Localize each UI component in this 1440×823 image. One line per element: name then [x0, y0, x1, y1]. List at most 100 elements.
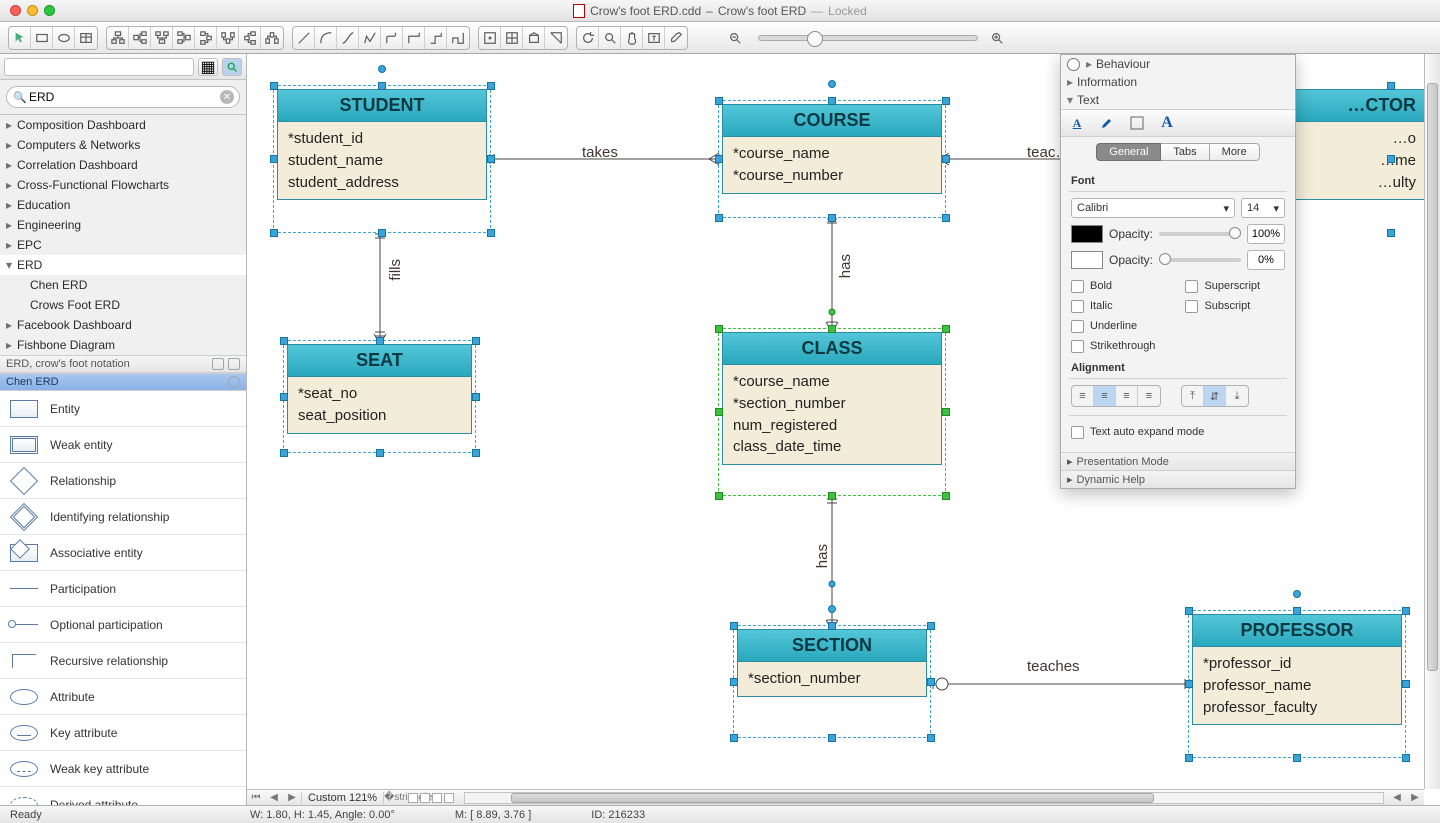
selection-handle[interactable] — [828, 80, 836, 88]
pan-tool[interactable] — [621, 27, 643, 49]
zoom-in-button[interactable] — [986, 27, 1008, 49]
view-search-button[interactable] — [222, 58, 242, 76]
tree-tool-4[interactable] — [173, 27, 195, 49]
shape-rec-rel[interactable]: Recursive relationship — [0, 643, 246, 679]
entity-seat[interactable]: SEAT *seat_no seat_position — [287, 344, 472, 434]
hscroll-track[interactable] — [464, 792, 1384, 804]
conn-ortho-3[interactable] — [447, 27, 469, 49]
h-align-group[interactable]: ≡≡≡≡ — [1071, 385, 1161, 407]
canvas-area[interactable]: STUDENT *student_id student_name student… — [247, 54, 1440, 805]
section-presentation[interactable]: ▸Presentation Mode — [1061, 452, 1295, 470]
selection-handle[interactable] — [378, 65, 386, 73]
tree-item[interactable]: ▸Engineering — [0, 215, 246, 235]
text-box-icon[interactable] — [1127, 114, 1147, 132]
eyedrop-tool[interactable] — [665, 27, 687, 49]
check-superscript[interactable]: Superscript — [1185, 276, 1260, 296]
conn-arc[interactable] — [315, 27, 337, 49]
text-opacity-slider[interactable] — [1159, 232, 1241, 236]
tree-item[interactable]: ▸EPC — [0, 235, 246, 255]
font-size-select[interactable]: 14▾ — [1241, 198, 1285, 218]
check-auto-expand[interactable]: Text auto expand mode — [1071, 422, 1285, 442]
selection-handle[interactable] — [378, 229, 386, 237]
shape-attribute[interactable]: Attribute — [0, 679, 246, 715]
library-header-chen[interactable]: Chen ERD — [0, 373, 246, 391]
tree-item[interactable]: ▸Composition Dashboard — [0, 115, 246, 135]
check-underline[interactable]: Underline — [1071, 316, 1155, 336]
selection-handle[interactable] — [715, 97, 723, 105]
selection-handle[interactable] — [1387, 229, 1395, 237]
selection-handle[interactable] — [715, 408, 723, 416]
shape-entity[interactable]: Entity — [0, 391, 246, 427]
tree-item[interactable]: ▸Correlation Dashboard — [0, 155, 246, 175]
selection-handle[interactable] — [942, 325, 950, 333]
selection-handle[interactable] — [942, 408, 950, 416]
selection-handle[interactable] — [828, 492, 836, 500]
zoom-out-button[interactable] — [724, 27, 746, 49]
shape-key-attr[interactable]: Key attribute — [0, 715, 246, 751]
chain-tool-1[interactable] — [195, 27, 217, 49]
selection-handle[interactable] — [1293, 607, 1301, 615]
check-subscript[interactable]: Subscript — [1185, 296, 1260, 316]
selection-handle[interactable] — [828, 214, 836, 222]
selection-handle[interactable] — [730, 678, 738, 686]
chain-tool-4[interactable] — [261, 27, 283, 49]
tree-tool-1[interactable] — [107, 27, 129, 49]
selection-handle[interactable] — [376, 449, 384, 457]
selection-handle[interactable] — [376, 337, 384, 345]
selection-handle[interactable] — [730, 622, 738, 630]
selection-handle[interactable] — [378, 82, 386, 90]
selection-handle[interactable] — [927, 622, 935, 630]
shape-relationship[interactable]: Relationship — [0, 463, 246, 499]
selection-handle[interactable] — [715, 492, 723, 500]
zoom-tool[interactable] — [599, 27, 621, 49]
bg-opacity-value[interactable] — [1247, 250, 1285, 270]
selection-handle[interactable] — [280, 393, 288, 401]
shape-derived-attr[interactable]: Derived attribute — [0, 787, 246, 805]
library-header-crows[interactable]: ERD, crow's foot notation — [0, 355, 246, 373]
shape-opt-part[interactable]: Optional participation — [0, 607, 246, 643]
page-next[interactable]: ▶ — [283, 792, 301, 803]
selection-handle[interactable] — [1293, 754, 1301, 762]
check-italic[interactable]: Italic — [1071, 296, 1155, 316]
ellipse-tool[interactable] — [53, 27, 75, 49]
selection-handle[interactable] — [472, 393, 480, 401]
font-family-select[interactable]: Calibri▾ — [1071, 198, 1235, 218]
selection-handle[interactable] — [715, 214, 723, 222]
tree-item[interactable]: ▸Facebook Dashboard — [0, 315, 246, 335]
shape-weak-entity[interactable]: Weak entity — [0, 427, 246, 463]
tree-item[interactable]: ▸Education — [0, 195, 246, 215]
bg-opacity-slider[interactable] — [1159, 258, 1241, 262]
zoom-readout[interactable]: Custom 121% — [301, 792, 384, 804]
conn-round[interactable] — [381, 27, 403, 49]
selection-handle[interactable] — [1387, 82, 1395, 90]
hierarchy-path[interactable] — [4, 58, 194, 76]
view-grid-button[interactable]: ▦ — [198, 58, 218, 76]
pointer-tool[interactable] — [9, 27, 31, 49]
selection-handle[interactable] — [942, 492, 950, 500]
tree-item-crows-foot[interactable]: Crows Foot ERD — [0, 295, 246, 315]
selection-handle[interactable] — [1185, 607, 1193, 615]
selection-handle[interactable] — [942, 97, 950, 105]
text-ins-tool[interactable] — [643, 27, 665, 49]
conn-bezier[interactable] — [337, 27, 359, 49]
conn-ortho-1[interactable] — [403, 27, 425, 49]
selection-handle[interactable] — [730, 734, 738, 742]
selection-handle[interactable] — [828, 622, 836, 630]
selection-handle[interactable] — [1293, 590, 1301, 598]
conn-direct[interactable] — [293, 27, 315, 49]
selection-handle[interactable] — [1185, 754, 1193, 762]
library-search-input[interactable] — [6, 86, 240, 108]
shape-assoc-entity[interactable]: Associative entity — [0, 535, 246, 571]
entity-class[interactable]: CLASS *course_name *section_number num_r… — [722, 332, 942, 465]
selection-handle[interactable] — [942, 155, 950, 163]
clear-search-button[interactable]: ✕ — [220, 90, 234, 104]
selection-handle[interactable] — [1402, 607, 1410, 615]
selection-handle[interactable] — [828, 605, 836, 613]
tab-general[interactable]: General — [1096, 143, 1161, 161]
selection-handle[interactable] — [487, 229, 495, 237]
selection-handle[interactable] — [942, 214, 950, 222]
selection-handle[interactable] — [1402, 754, 1410, 762]
shape-weak-key-attr[interactable]: Weak key attribute — [0, 751, 246, 787]
hscroll-left[interactable]: ◀ — [1388, 792, 1406, 803]
tree-tool-2[interactable] — [129, 27, 151, 49]
